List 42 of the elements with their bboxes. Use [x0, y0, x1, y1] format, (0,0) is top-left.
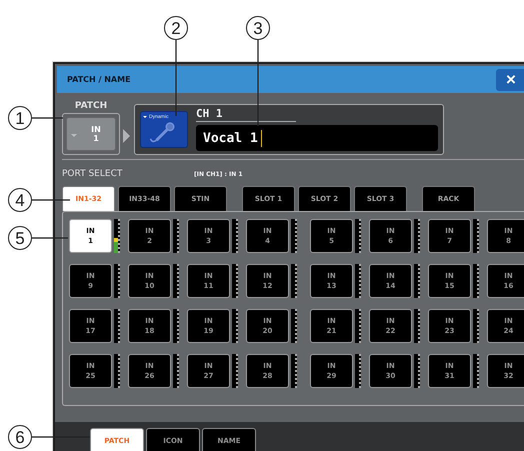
section-label: PORT SELECT	[62, 169, 124, 179]
level-meter	[291, 264, 297, 298]
text-cursor	[260, 130, 262, 146]
patch-button[interactable]: IN 1	[66, 117, 116, 151]
callout: 6	[8, 425, 90, 449]
level-meter	[232, 264, 238, 298]
level-meter	[114, 219, 120, 253]
level-meter	[114, 264, 120, 298]
level-meter	[414, 264, 420, 298]
channel-label: CH 1	[196, 108, 296, 122]
level-meter	[173, 309, 179, 343]
close-button[interactable]: ×	[496, 68, 524, 90]
callout: 5	[8, 226, 68, 250]
level-meter	[232, 219, 238, 253]
level-meter	[473, 309, 479, 343]
level-meter	[173, 219, 179, 253]
window-title: PATCH / NAME	[66, 75, 131, 84]
patch-label: PATCH	[74, 101, 108, 112]
callout: 2	[164, 16, 188, 116]
level-meter	[414, 309, 420, 343]
level-meter	[414, 354, 420, 388]
name-field[interactable]: Vocal 1	[196, 125, 438, 151]
level-meter	[232, 309, 238, 343]
level-meter	[355, 219, 361, 253]
level-meter	[291, 309, 297, 343]
level-meter	[355, 264, 361, 298]
level-meter	[355, 354, 361, 388]
callout: 1	[8, 106, 63, 130]
level-meter	[173, 264, 179, 298]
level-meter	[414, 219, 420, 253]
level-meter	[173, 354, 179, 388]
level-meter	[355, 309, 361, 343]
level-meter	[232, 354, 238, 388]
callout: 4	[8, 188, 70, 212]
level-meter	[473, 354, 479, 388]
level-meter	[291, 219, 297, 253]
level-meter	[473, 264, 479, 298]
level-meter	[114, 354, 120, 388]
level-meter	[114, 309, 120, 343]
level-meter	[291, 354, 297, 388]
level-meter	[473, 219, 479, 253]
callout: 3	[246, 16, 270, 126]
